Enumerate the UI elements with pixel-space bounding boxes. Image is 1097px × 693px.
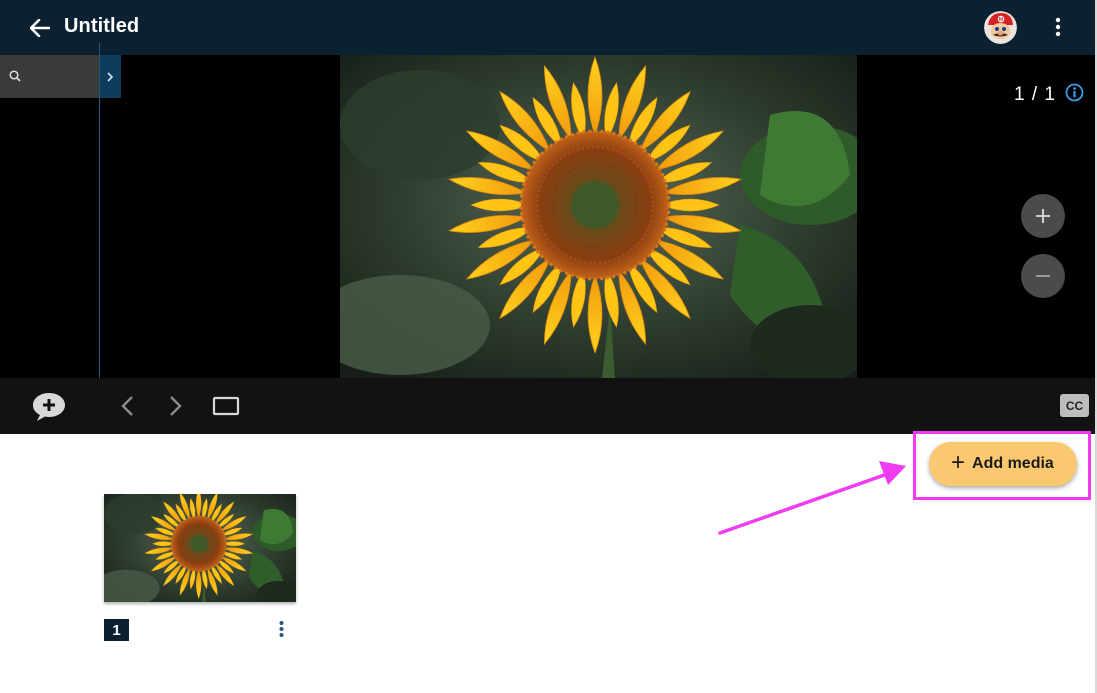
zoom-in-button[interactable] xyxy=(1021,194,1065,238)
sunflower-image xyxy=(340,55,857,378)
player-controls: CC xyxy=(0,378,1097,434)
arrow-left-icon xyxy=(30,19,50,37)
page-title: Untitled xyxy=(64,15,140,37)
add-comment-button[interactable] xyxy=(31,391,67,423)
slide-menu-button[interactable] xyxy=(272,618,290,640)
sidebar-divider xyxy=(99,43,100,378)
next-button[interactable] xyxy=(165,394,185,418)
chevron-right-icon xyxy=(107,71,114,82)
previous-button[interactable] xyxy=(118,394,138,418)
fit-frame-button[interactable] xyxy=(212,396,240,416)
search-box[interactable] xyxy=(0,55,99,98)
add-media-label: Add media xyxy=(972,455,1054,472)
svg-text:M: M xyxy=(999,17,1003,23)
slide-number-badge: 1 xyxy=(104,619,129,641)
minus-icon xyxy=(1036,275,1050,277)
sidebar-toggle-button[interactable] xyxy=(99,55,121,98)
main-image xyxy=(340,55,857,378)
chevron-right-icon xyxy=(170,396,182,416)
more-menu-button[interactable] xyxy=(1046,13,1070,41)
add-comment-icon xyxy=(33,393,65,421)
captions-button[interactable]: CC xyxy=(1060,394,1089,417)
chevron-left-icon xyxy=(121,396,133,416)
info-icon xyxy=(1065,83,1084,102)
avatar-icon: M xyxy=(984,11,1017,44)
more-vertical-icon xyxy=(1055,17,1061,37)
back-button[interactable] xyxy=(26,14,54,42)
sunflower-thumbnail xyxy=(104,494,296,602)
zoom-out-button[interactable] xyxy=(1021,254,1065,298)
search-icon xyxy=(9,70,21,82)
plus-icon: + xyxy=(951,449,966,476)
info-button[interactable] xyxy=(1065,83,1084,102)
page-indicator: 1 / 1 xyxy=(1014,84,1056,105)
app-root: Untitled M 1 / 1 CC + Add media 1 xyxy=(0,0,1097,693)
slide-thumbnail[interactable] xyxy=(104,494,296,602)
add-media-button[interactable]: + Add media xyxy=(929,442,1077,486)
fit-frame-icon xyxy=(212,396,240,416)
media-viewer: 1 / 1 xyxy=(0,55,1097,378)
plus-icon xyxy=(1036,209,1050,223)
user-avatar[interactable]: M xyxy=(984,11,1017,44)
more-vertical-icon xyxy=(279,621,283,637)
top-bar: Untitled M xyxy=(0,0,1097,55)
